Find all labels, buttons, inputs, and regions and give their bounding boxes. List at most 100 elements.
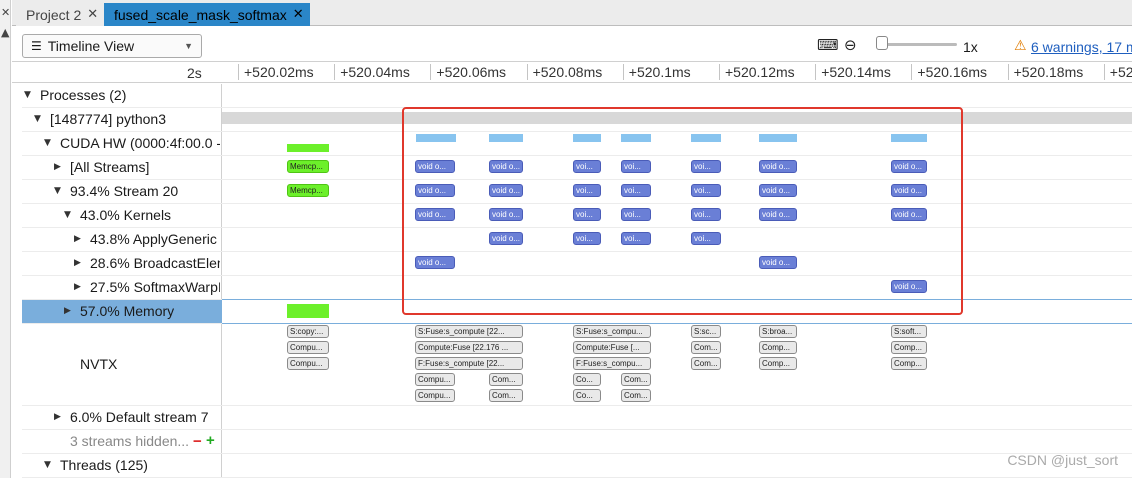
nvtx-range[interactable]: Com... [489, 373, 523, 386]
keyboard-icon[interactable]: ⌨ [817, 36, 839, 54]
ruler-tick-line [911, 64, 913, 80]
chevron-right-icon[interactable]: ▶ [64, 306, 71, 316]
ruler-tick-line [719, 64, 720, 80]
nvtx-range[interactable]: Comp... [759, 357, 797, 370]
memcpy-event[interactable]: Memcp... [287, 184, 329, 197]
zoom-level-label: 1x [963, 39, 978, 55]
nvtx-range[interactable]: Com... [691, 341, 721, 354]
ruler-tick-line [430, 64, 432, 80]
nvtx-range[interactable]: Com... [621, 389, 651, 402]
chevron-right-icon[interactable]: ▶ [54, 412, 61, 422]
nvtx-range[interactable]: Compu... [415, 373, 455, 386]
nvtx-range[interactable]: Co... [573, 373, 601, 386]
chevron-down-icon[interactable]: ▼ [44, 460, 51, 470]
ruler-tick-line [622, 64, 624, 80]
zoom-out-icon[interactable]: ⊖ [844, 36, 857, 54]
chevron-down-icon[interactable]: ▼ [44, 138, 51, 148]
tab-bar: Project 2 ✕ fused_scale_mask_softmax ✕ [12, 0, 1132, 26]
chevron-down-icon[interactable]: ▼ [54, 186, 61, 196]
nvtx-range[interactable]: S:soft... [891, 325, 927, 338]
nvtx-range[interactable]: S:broa... [759, 325, 797, 338]
chevron-right-icon[interactable]: ▶ [74, 282, 81, 292]
tree-label: 43.8% ApplyGeneric [90, 231, 217, 247]
zoom-slider-track[interactable] [877, 43, 957, 46]
nvtx-range[interactable]: Compu... [287, 357, 329, 370]
warning-icon[interactable]: ⚠ [1014, 38, 1027, 54]
left-collapse-strip[interactable]: ✕ ▲ [0, 0, 11, 478]
list-icon: ☰ [31, 39, 42, 53]
tab-label: Project 2 [26, 6, 82, 23]
chevron-right-icon[interactable]: ▶ [74, 234, 81, 244]
chevron-down-icon[interactable]: ▼ [34, 114, 41, 124]
tree-label: [1487774] python3 [50, 111, 166, 127]
tree-label: 28.6% BroadcastElem [90, 255, 220, 271]
zoom-slider-thumb[interactable] [876, 36, 888, 50]
nvtx-range[interactable]: Compu... [415, 389, 455, 402]
chevron-right-icon[interactable]: ▶ [54, 162, 61, 172]
memory-event-bar[interactable] [287, 304, 329, 318]
close-icon[interactable]: ✕ [1, 6, 10, 19]
chevron-down-icon[interactable]: ▼ [64, 210, 71, 220]
ruler-tick-line [1007, 64, 1009, 80]
ruler-tick-label: +520.06ms [436, 64, 507, 80]
ruler-tick-label: +520.12ms [725, 64, 795, 80]
time-ruler[interactable]: 2s +520.02ms +520.04ms +520.06ms +520.08ms +… [12, 61, 1132, 83]
nvtx-range[interactable]: Comp... [891, 357, 927, 370]
nvtx-range[interactable]: Compute:Fuse [... [573, 341, 651, 354]
tree-row-memory[interactable]: ▶ 57.0% Memory [22, 300, 222, 324]
view-selector-label: Timeline View [47, 38, 135, 54]
tab-project-2[interactable]: Project 2 ✕ [16, 3, 105, 26]
nsight-timeline-window: ✕ ▲ Project 2 ✕ fused_scale_mask_softmax… [0, 0, 1132, 478]
nvtx-range[interactable]: S:copy:... [287, 325, 329, 338]
tree-label: Threads (125) [60, 457, 148, 473]
nvtx-range[interactable]: Comp... [759, 341, 797, 354]
nvtx-range[interactable]: F:Fuse:s_compu... [573, 357, 651, 370]
tree-label: 27.5% SoftmaxWarpIn [90, 279, 220, 295]
nvtx-range[interactable]: S:Fuse:s_compu... [573, 325, 651, 338]
nvtx-range[interactable]: S:Fuse:s_compute [22... [415, 325, 523, 338]
hide-stream-button[interactable]: − [193, 433, 202, 450]
nvtx-range[interactable]: Compu... [287, 341, 329, 354]
chevron-down-icon[interactable]: ▼ [24, 90, 31, 100]
ruler-tick-label: +520.16ms [917, 64, 988, 80]
nvtx-range[interactable]: Comp... [891, 341, 927, 354]
ruler-tick-line [334, 64, 336, 80]
watermark: CSDN @just_sort [1007, 452, 1118, 468]
close-icon[interactable]: ✕ [87, 8, 98, 21]
tree-label: Processes (2) [40, 87, 127, 103]
tree-row-threads[interactable]: ▼ Threads (125) [22, 454, 1132, 478]
tab-fused-scale-mask-softmax[interactable]: fused_scale_mask_softmax ✕ [104, 3, 310, 26]
tree-row-processes[interactable]: ▼ Processes (2) [22, 84, 1132, 108]
nvtx-range[interactable]: Com... [691, 357, 721, 370]
nvtx-range[interactable]: Com... [489, 389, 523, 402]
hw-memory-bar[interactable] [287, 144, 329, 152]
warnings-link[interactable]: 6 warnings, 17 m [1031, 39, 1132, 55]
ruler-tick-label: +520.08ms [532, 64, 603, 80]
tree-row-hidden-streams: 3 streams hidden... [22, 430, 1132, 454]
ruler-tick-line [1103, 64, 1105, 80]
ruler-tick-line [815, 64, 817, 80]
ruler-tick-label: +520.1ms [628, 64, 691, 80]
ruler-tick-label: +520.2 [1109, 64, 1132, 80]
highlight-annotation-rect [402, 107, 963, 315]
chevron-right-icon[interactable]: ▶ [74, 258, 81, 268]
tree-row-default-stream-7[interactable]: ▶ 6.0% Default stream 7 [22, 406, 1132, 430]
ruler-tick-label: +520.02ms [244, 64, 314, 80]
ruler-tick-label: +520.04ms [340, 64, 410, 80]
scroll-up-icon[interactable]: ▲ [1, 26, 9, 39]
nvtx-range[interactable]: Com... [621, 373, 651, 386]
close-icon[interactable]: ✕ [293, 8, 304, 21]
nvtx-range[interactable]: F:Fuse:s_compute [22... [415, 357, 523, 370]
ruler-scale-label: 2s [187, 65, 202, 81]
tree-label-nvtx: NVTX [80, 356, 118, 372]
nvtx-range[interactable]: S:sc... [691, 325, 721, 338]
nvtx-range[interactable]: Compute:Fuse [22.176 ... [415, 341, 523, 354]
toolbar: ☰ Timeline View ▼ ⌨ ⊖ 1x ⚠ 6 warnings, 1… [12, 27, 1132, 61]
show-stream-button[interactable]: + [206, 432, 215, 449]
tree-label: 93.4% Stream 20 [70, 183, 179, 199]
view-selector-dropdown[interactable]: ☰ Timeline View ▼ [22, 34, 202, 58]
memcpy-event[interactable]: Memcp... [287, 160, 329, 173]
tree-label: 3 streams hidden... [70, 433, 190, 449]
nvtx-range[interactable]: Co... [573, 389, 601, 402]
ruler-tick-label: +520.18ms [1013, 64, 1084, 80]
